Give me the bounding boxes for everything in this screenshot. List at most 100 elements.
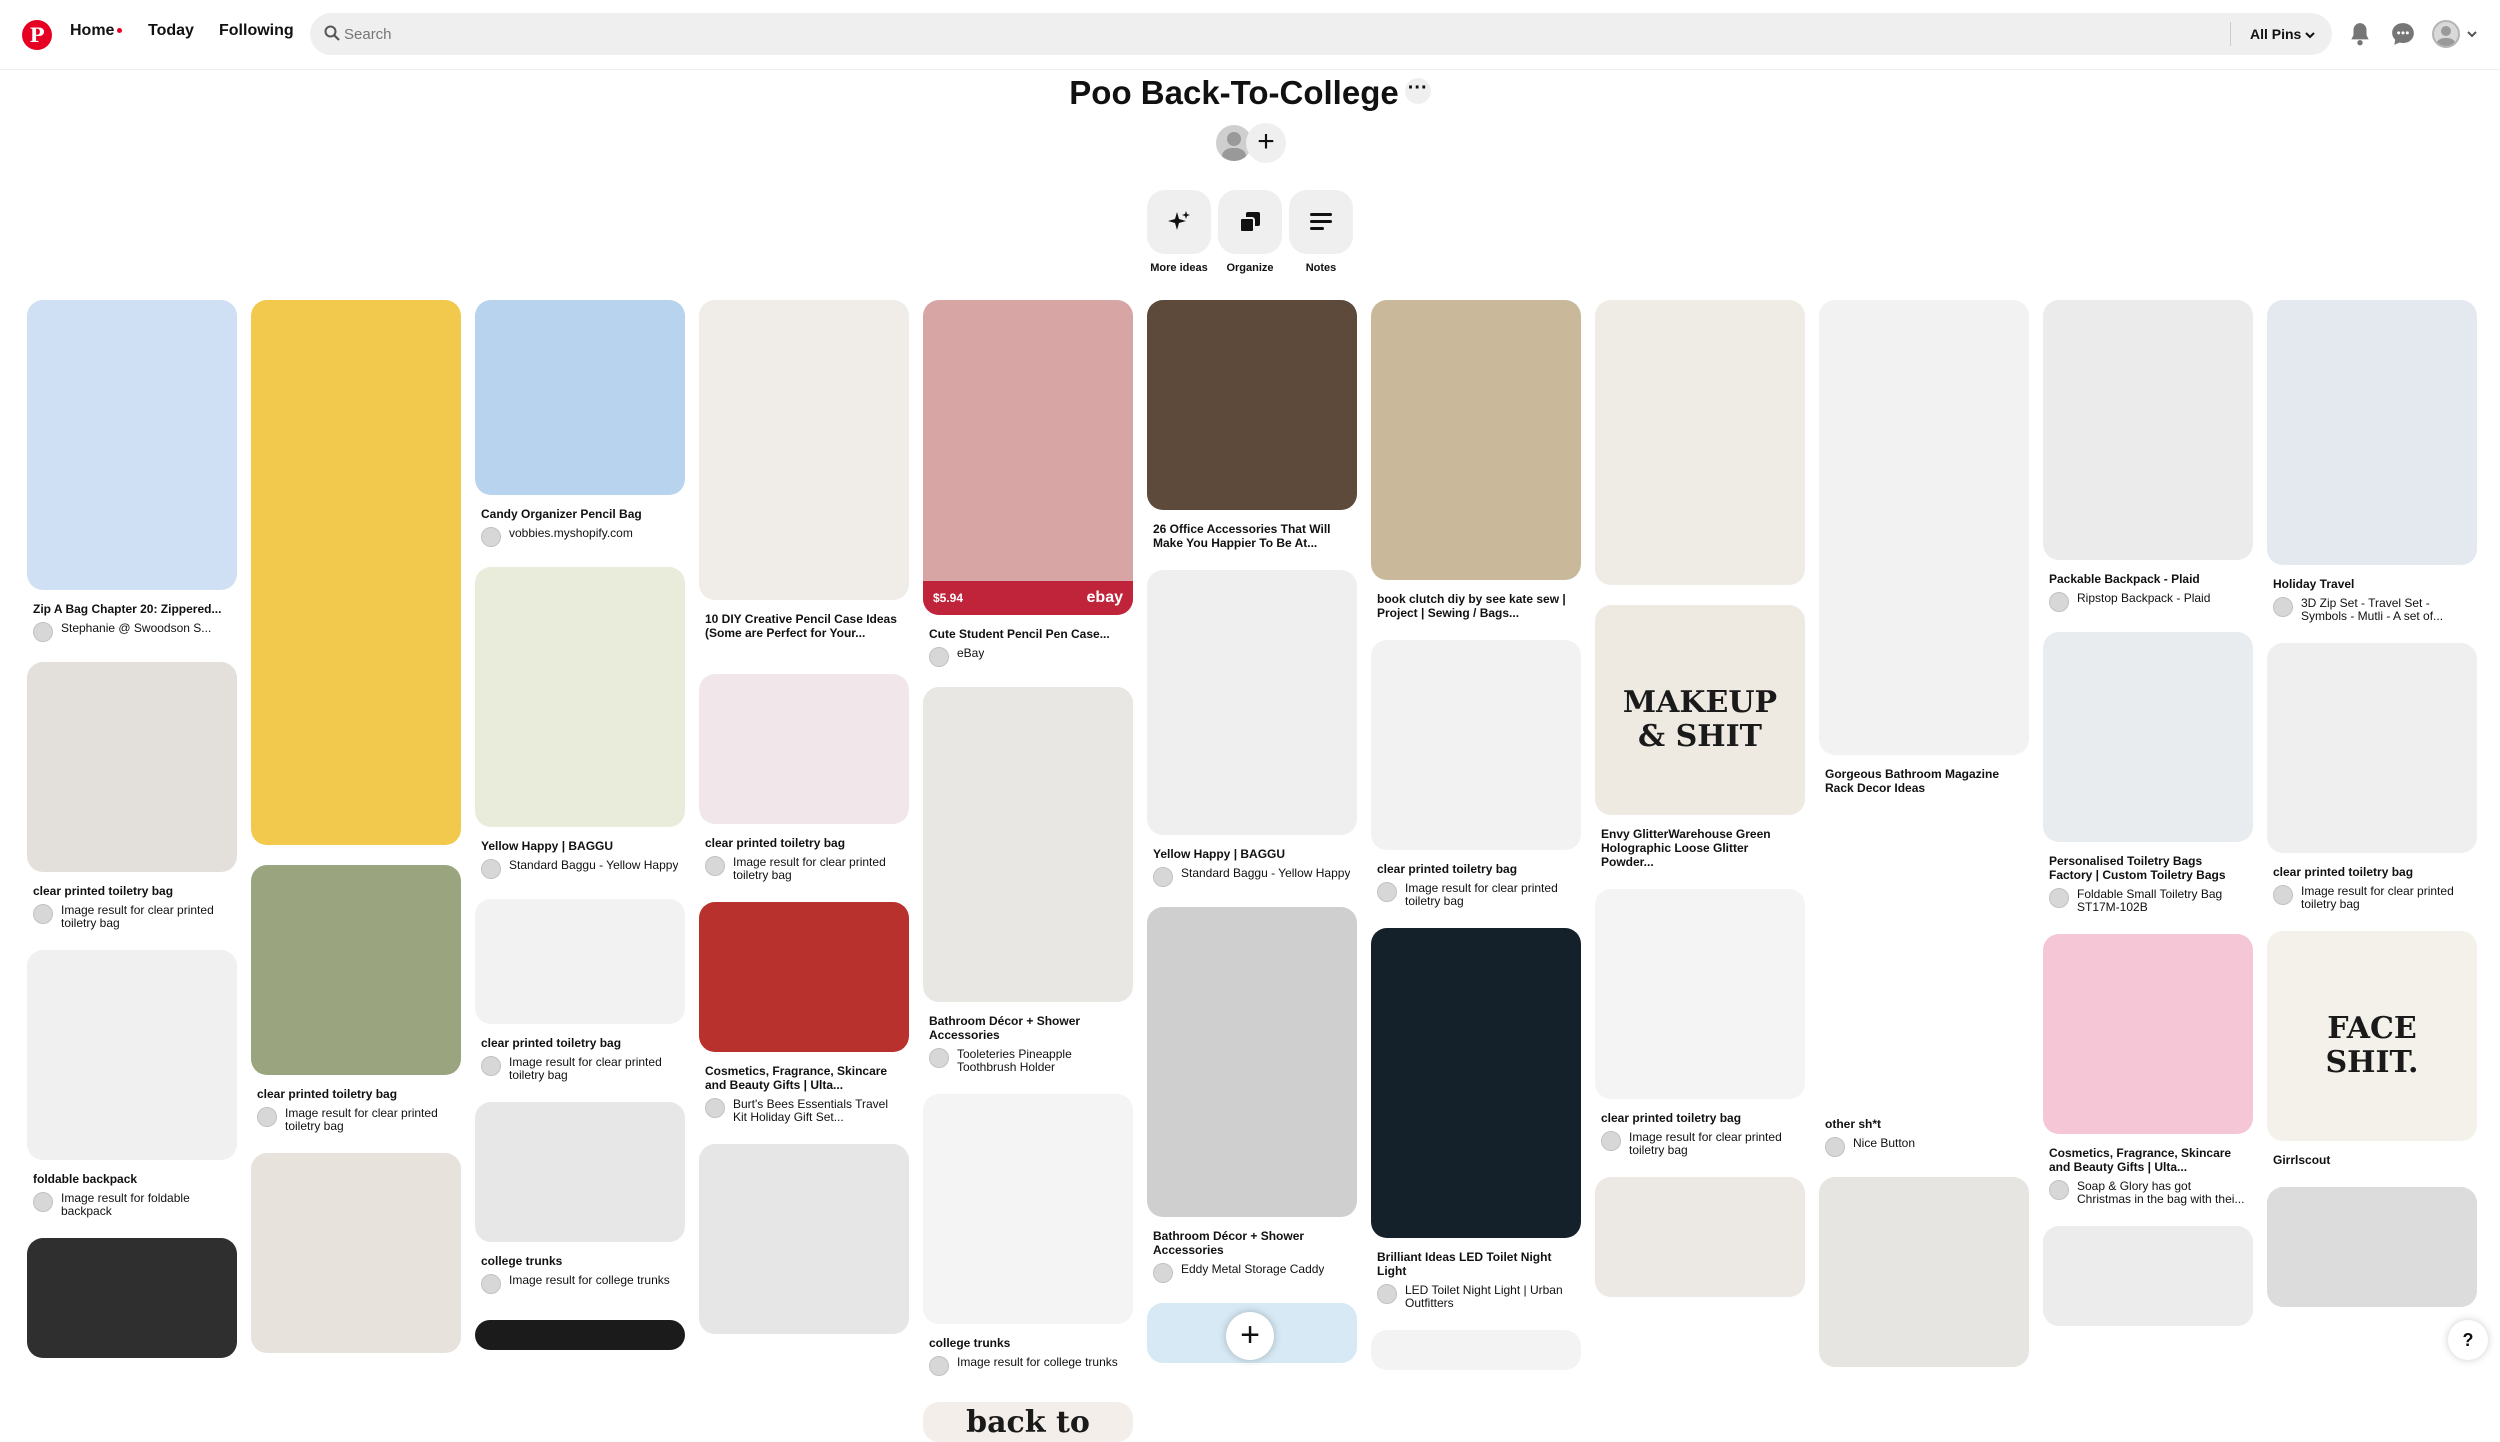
pin-title[interactable]: other sh*t — [1819, 1117, 2029, 1131]
pin-card[interactable]: $5.94 ebay Cute Student Pencil Pen Case...… — [923, 300, 1133, 667]
pin-image[interactable] — [1595, 889, 1805, 1099]
pin-card[interactable]: Bathroom Décor + Shower Accessories Toole… — [923, 687, 1133, 1074]
pin-card[interactable]: 10 DIY Creative Pencil Case Ideas (Some … — [699, 300, 909, 640]
pin-card[interactable] — [1371, 1330, 1581, 1370]
pin-source[interactable]: Nice Button — [1819, 1137, 2029, 1157]
pin-card[interactable]: foldable backpack Image result for foldab… — [27, 950, 237, 1218]
pin-source[interactable]: Image result for clear printed toiletry … — [27, 904, 237, 930]
pin-image[interactable] — [1147, 300, 1357, 510]
pin-image[interactable] — [1371, 300, 1581, 580]
pin-card[interactable]: clear printed toiletry bag Image result f… — [2267, 643, 2477, 911]
pin-source[interactable]: Ripstop Backpack - Plaid — [2043, 592, 2253, 612]
pin-title[interactable]: Cute Student Pencil Pen Case... — [923, 627, 1133, 641]
pin-title[interactable]: 26 Office Accessories That Will Make You… — [1147, 522, 1357, 550]
pin-image[interactable] — [27, 662, 237, 872]
pin-title[interactable]: Cosmetics, Fragrance, Skincare and Beaut… — [2043, 1146, 2253, 1174]
add-pin-button[interactable]: + — [1226, 1312, 1274, 1360]
pin-title[interactable]: clear printed toiletry bag — [1595, 1111, 1805, 1125]
add-collaborator-button[interactable]: + — [1246, 123, 1286, 163]
pin-card[interactable] — [251, 300, 461, 845]
pin-title[interactable]: clear printed toiletry bag — [251, 1087, 461, 1101]
pin-title[interactable]: college trunks — [475, 1254, 685, 1268]
pin-image[interactable] — [1147, 570, 1357, 835]
pin-card[interactable]: Zip A Bag Chapter 20: Zippered... Stephan… — [27, 300, 237, 642]
pin-image[interactable]: $5.94 ebay — [923, 300, 1133, 615]
pin-title[interactable]: Candy Organizer Pencil Bag — [475, 507, 685, 521]
pin-image[interactable] — [27, 300, 237, 590]
pin-title[interactable]: book clutch diy by see kate sew | Projec… — [1371, 592, 1581, 620]
pin-image[interactable] — [2043, 632, 2253, 842]
pin-image[interactable] — [475, 1102, 685, 1242]
pin-source[interactable]: Image result for clear printed toiletry … — [1371, 882, 1581, 908]
pin-title[interactable]: foldable backpack — [27, 1172, 237, 1186]
pin-title[interactable]: Bathroom Décor + Shower Accessories — [923, 1014, 1133, 1042]
pin-card[interactable]: Brilliant Ideas LED Toilet Night Light LE… — [1371, 928, 1581, 1310]
pin-title[interactable]: Zip A Bag Chapter 20: Zippered... — [27, 602, 237, 616]
pin-title[interactable]: 10 DIY Creative Pencil Case Ideas (Some … — [699, 612, 909, 640]
pin-card[interactable]: Packable Backpack - Plaid Ripstop Backpac… — [2043, 300, 2253, 612]
pin-card[interactable] — [27, 1238, 237, 1358]
pin-source[interactable]: Image result for clear printed toiletry … — [251, 1107, 461, 1133]
pin-image[interactable]: back to school — [923, 1402, 1133, 1442]
pin-title[interactable]: clear printed toiletry bag — [699, 836, 909, 850]
pin-image[interactable] — [1819, 815, 2029, 1105]
pin-card[interactable]: FACE SHIT. Girrlscout — [2267, 931, 2477, 1167]
pin-title[interactable]: Envy GlitterWarehouse Green Holographic … — [1595, 827, 1805, 869]
pin-title[interactable]: Gorgeous Bathroom Magazine Rack Decor Id… — [1819, 767, 2029, 795]
pin-card[interactable]: clear printed toiletry bag Image result f… — [475, 899, 685, 1082]
pin-image[interactable] — [2043, 934, 2253, 1134]
pin-card[interactable] — [1819, 1177, 2029, 1367]
pin-source[interactable]: LED Toilet Night Light | Urban Outfitter… — [1371, 1284, 1581, 1310]
pin-image[interactable] — [923, 687, 1133, 1002]
pin-card[interactable] — [251, 1153, 461, 1353]
search-bar[interactable]: All Pins — [310, 13, 2332, 55]
pin-source[interactable]: Image result for clear printed toiletry … — [699, 856, 909, 882]
board-more-options-button[interactable]: ··· — [1404, 78, 1431, 105]
pin-image[interactable] — [923, 1094, 1133, 1324]
help-button[interactable]: ? — [2448, 1320, 2488, 1360]
pin-card[interactable]: Yellow Happy | BAGGU Standard Baggu - Yel… — [475, 567, 685, 879]
pin-card[interactable]: Personalised Toiletry Bags Factory | Cus… — [2043, 632, 2253, 914]
pin-source[interactable]: Image result for foldable backpack — [27, 1192, 237, 1218]
message-icon[interactable] — [2390, 21, 2416, 47]
pinterest-logo-icon[interactable]: P — [22, 20, 52, 50]
pin-title[interactable]: clear printed toiletry bag — [2267, 865, 2477, 879]
pin-card[interactable]: clear printed toiletry bag Image result f… — [699, 674, 909, 882]
pins-filter-dropdown[interactable]: All Pins — [2250, 13, 2316, 55]
pin-image[interactable] — [699, 300, 909, 600]
pin-image[interactable] — [251, 865, 461, 1075]
bell-icon[interactable] — [2347, 21, 2373, 47]
pin-image[interactable] — [475, 899, 685, 1024]
pin-image[interactable]: FACE SHIT. — [2267, 931, 2477, 1141]
nav-home[interactable]: Home — [70, 22, 123, 40]
pin-card[interactable] — [2043, 1226, 2253, 1326]
pin-title[interactable]: college trunks — [923, 1336, 1133, 1350]
pin-image[interactable] — [27, 950, 237, 1160]
pin-title[interactable]: Girrlscout — [2267, 1153, 2477, 1167]
pin-source[interactable]: Standard Baggu - Yellow Happy — [1147, 867, 1357, 887]
pin-card[interactable]: Cosmetics, Fragrance, Skincare and Beaut… — [699, 902, 909, 1124]
pin-source[interactable]: Image result for clear printed toiletry … — [475, 1056, 685, 1082]
pin-source[interactable]: Eddy Metal Storage Caddy — [1147, 1263, 1357, 1283]
more-ideas-button[interactable]: More ideas — [1147, 190, 1211, 274]
account-chevron-down-icon[interactable] — [2466, 29, 2478, 39]
pin-title[interactable]: clear printed toiletry bag — [475, 1036, 685, 1050]
pin-image[interactable] — [2267, 1187, 2477, 1307]
pin-image[interactable] — [2043, 300, 2253, 560]
pin-source[interactable]: Image result for clear printed toiletry … — [2267, 885, 2477, 911]
pin-source[interactable]: Stephanie @ Swoodson S... — [27, 622, 237, 642]
pin-card[interactable]: Cosmetics, Fragrance, Skincare and Beaut… — [2043, 934, 2253, 1206]
pin-image[interactable]: MAKEUP & SHIT — [1595, 605, 1805, 815]
pin-card[interactable]: Gorgeous Bathroom Magazine Rack Decor Id… — [1819, 300, 2029, 795]
pin-image[interactable] — [1595, 300, 1805, 585]
pin-image[interactable] — [1371, 640, 1581, 850]
pin-image[interactable] — [27, 1238, 237, 1358]
pin-source[interactable]: 3D Zip Set - Travel Set - Symbols - Mutl… — [2267, 597, 2477, 623]
pin-card[interactable] — [2267, 1187, 2477, 1307]
pin-title[interactable]: Holiday Travel — [2267, 577, 2477, 591]
pin-title[interactable]: Cosmetics, Fragrance, Skincare and Beaut… — [699, 1064, 909, 1092]
pin-card[interactable]: clear printed toiletry bag Image result f… — [27, 662, 237, 930]
pin-title[interactable]: Packable Backpack - Plaid — [2043, 572, 2253, 586]
pin-image[interactable] — [1819, 300, 2029, 755]
pin-card[interactable]: clear printed toiletry bag Image result f… — [251, 865, 461, 1133]
